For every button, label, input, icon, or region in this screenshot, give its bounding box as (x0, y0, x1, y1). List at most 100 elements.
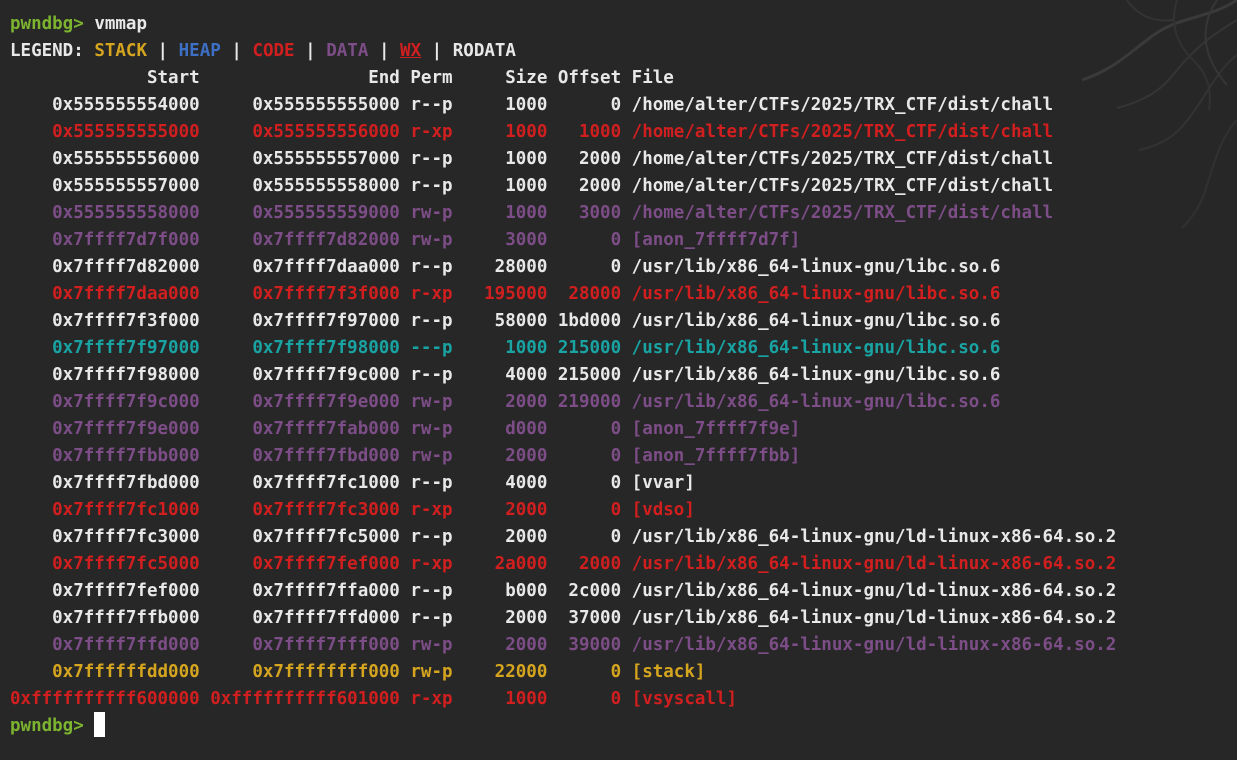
offset: 1000 (547, 122, 622, 142)
size: 1000 (452, 149, 548, 169)
table-row: 0x7ffff7fbb000 0x7ffff7fbd000 rw-p 2000 … (10, 443, 1237, 470)
permissions: ---p (399, 338, 453, 358)
size: 4000 (452, 365, 548, 385)
size: 22000 (452, 662, 548, 682)
size: 4000 (452, 473, 548, 493)
header-offset: Offset (547, 68, 622, 88)
file-path: /usr/lib/x86_64-linux-gnu/libc.so.6 (621, 338, 1001, 358)
header-start: Start (10, 68, 200, 88)
start-address: 0x7ffff7daa000 (10, 284, 200, 304)
offset: 0 (547, 95, 622, 115)
size: 58000 (452, 311, 548, 331)
start-address: 0x7ffff7ffb000 (10, 608, 200, 628)
permissions: rw-p (399, 230, 453, 250)
file-path: /home/alter/CTFs/2025/TRX_CTF/dist/chall (621, 149, 1054, 169)
permissions: r--p (399, 95, 453, 115)
table-row: 0x7ffff7f97000 0x7ffff7f98000 ---p 1000 … (10, 335, 1237, 362)
file-path: /usr/lib/x86_64-linux-gnu/ld-linux-x86-6… (621, 581, 1117, 601)
end-address: 0x555555559000 (199, 203, 400, 223)
table-row: 0x7ffff7fbd000 0x7ffff7fc1000 r--p 4000 … (10, 470, 1237, 497)
start-address: 0xffffffffff600000 (10, 689, 200, 709)
size: 1000 (452, 176, 548, 196)
offset: 37000 (547, 608, 622, 628)
file-path: /home/alter/CTFs/2025/TRX_CTF/dist/chall (621, 95, 1054, 115)
table-row: 0x7ffff7f9e000 0x7ffff7fab000 rw-p d000 … (10, 416, 1237, 443)
input-line[interactable]: pwndbg> (10, 711, 1237, 740)
table-row: 0x7ffff7fc1000 0x7ffff7fc3000 r-xp 2000 … (10, 497, 1237, 524)
size: 2000 (452, 392, 548, 412)
terminal-window[interactable]: pwndbg> vmmap LEGEND: STACK | HEAP | COD… (0, 0, 1237, 760)
legend-separator: | (231, 41, 242, 61)
size: 1000 (452, 203, 548, 223)
table-row: 0x7ffff7ffb000 0x7ffff7ffd000 r--p 2000 … (10, 605, 1237, 632)
table-row: 0x7ffff7d7f000 0x7ffff7d82000 rw-p 3000 … (10, 227, 1237, 254)
offset: 0 (547, 446, 622, 466)
size: 28000 (452, 257, 548, 277)
size: 3000 (452, 230, 548, 250)
header-end: End (199, 68, 400, 88)
start-address: 0x555555555000 (10, 122, 200, 142)
command-text: vmmap (94, 14, 147, 34)
table-row: 0x555555555000 0x555555556000 r-xp 1000 … (10, 119, 1237, 146)
permissions: r-xp (399, 500, 453, 520)
start-address: 0x7ffff7d82000 (10, 257, 200, 277)
command-line: pwndbg> vmmap (10, 11, 1237, 38)
size: 1000 (452, 95, 548, 115)
offset: 2000 (547, 149, 622, 169)
legend-label: LEGEND: (10, 41, 84, 61)
size: d000 (452, 419, 548, 439)
size: 2000 (452, 527, 548, 547)
file-path: [vvar] (621, 473, 695, 493)
file-path: /home/alter/CTFs/2025/TRX_CTF/dist/chall (621, 176, 1054, 196)
end-address: 0x555555555000 (199, 95, 400, 115)
file-path: [anon_7ffff7fbb] (621, 446, 801, 466)
permissions: r--p (399, 581, 453, 601)
end-address: 0x7ffffffff000 (199, 662, 400, 682)
permissions: r-xp (399, 122, 453, 142)
legend-item-stack: STACK (94, 41, 147, 61)
end-address: 0x555555557000 (199, 149, 400, 169)
start-address: 0x7ffff7f9c000 (10, 392, 200, 412)
file-path: [vdso] (621, 500, 695, 520)
end-address: 0x555555556000 (199, 122, 400, 142)
legend-item-heap: HEAP (178, 41, 221, 61)
table-row: 0xffffffffff600000 0xffffffffff601000 r-… (10, 686, 1237, 713)
table-row: 0x555555557000 0x555555558000 r--p 1000 … (10, 173, 1237, 200)
legend-separator: | (431, 41, 443, 61)
file-path: /usr/lib/x86_64-linux-gnu/libc.so.6 (621, 257, 1001, 277)
prompt-2: pwndbg> (10, 716, 84, 736)
permissions: r-xp (399, 554, 453, 574)
permissions: r--p (399, 149, 453, 169)
offset: 0 (547, 473, 622, 493)
table-row: 0x7ffff7fc3000 0x7ffff7fc5000 r--p 2000 … (10, 524, 1237, 551)
table-header: Start End Perm Size Offset File (10, 65, 1237, 92)
legend-item-rodata: RODATA (452, 41, 516, 61)
end-address: 0x7ffff7f9c000 (199, 365, 400, 385)
start-address: 0x7ffff7ffd000 (10, 635, 200, 655)
file-path: /usr/lib/x86_64-linux-gnu/libc.so.6 (621, 365, 1001, 385)
text-cursor (94, 711, 106, 737)
start-address: 0x7ffff7fc3000 (10, 527, 200, 547)
permissions: rw-p (399, 392, 453, 412)
start-address: 0x7ffff7fc5000 (10, 554, 200, 574)
table-row: 0x7ffff7daa000 0x7ffff7f3f000 r-xp 19500… (10, 281, 1237, 308)
start-address: 0x555555554000 (10, 95, 200, 115)
offset: 0 (547, 419, 622, 439)
offset: 2000 (547, 176, 622, 196)
permissions: r--p (399, 176, 453, 196)
table-row: 0x7ffff7f3f000 0x7ffff7f97000 r--p 58000… (10, 308, 1237, 335)
start-address: 0x555555556000 (10, 149, 200, 169)
file-path: /home/alter/CTFs/2025/TRX_CTF/dist/chall (621, 122, 1054, 142)
table-row: 0x7ffff7fef000 0x7ffff7ffa000 r--p b000 … (10, 578, 1237, 605)
offset: 0 (547, 689, 622, 709)
header-file: File (621, 68, 674, 88)
end-address: 0x7ffff7ffd000 (199, 608, 400, 628)
legend-separator: | (378, 41, 390, 61)
permissions: rw-p (399, 446, 453, 466)
file-path: /usr/lib/x86_64-linux-gnu/ld-linux-x86-6… (621, 635, 1117, 655)
table-row: 0x555555556000 0x555555557000 r--p 1000 … (10, 146, 1237, 173)
start-address: 0x7ffff7f3f000 (10, 311, 200, 331)
end-address: 0xffffffffff601000 (199, 689, 400, 709)
offset: 2000 (547, 554, 622, 574)
size: 1000 (452, 122, 548, 142)
